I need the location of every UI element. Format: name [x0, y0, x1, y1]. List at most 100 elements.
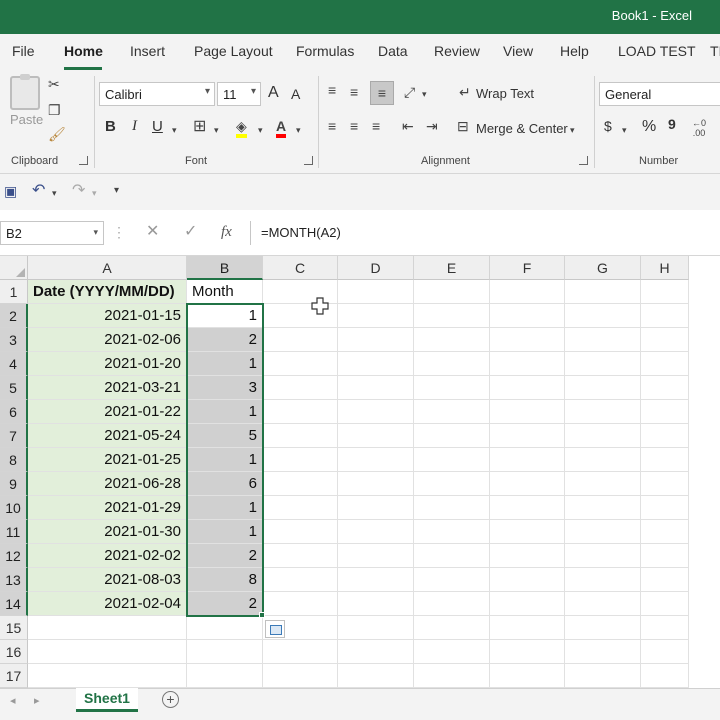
tab-help[interactable]: Help — [560, 43, 589, 59]
align-bottom-icon[interactable]: ≡ — [370, 81, 394, 105]
cell-e15[interactable] — [414, 616, 490, 640]
row-header-12[interactable]: 12 — [0, 544, 28, 568]
cell-d13[interactable] — [338, 568, 414, 592]
alignment-launcher-icon[interactable] — [579, 156, 588, 165]
cell-b8[interactable]: 1 — [187, 448, 263, 472]
row-header-6[interactable]: 6 — [0, 400, 28, 424]
cell-d4[interactable] — [338, 352, 414, 376]
tab-home[interactable]: Home — [64, 43, 103, 59]
cell-f12[interactable] — [490, 544, 565, 568]
cell-b11[interactable]: 1 — [187, 520, 263, 544]
row-header-5[interactable]: 5 — [0, 376, 28, 400]
cell-e1[interactable] — [414, 280, 490, 304]
cell-f16[interactable] — [490, 640, 565, 664]
cell-c11[interactable] — [263, 520, 338, 544]
function-icon[interactable]: fx — [221, 224, 232, 241]
cell-e2[interactable] — [414, 304, 490, 328]
row-header-4[interactable]: 4 — [0, 352, 28, 376]
cell-c13[interactable] — [263, 568, 338, 592]
cell-a1[interactable]: Date (YYYY/MM/DD) — [28, 280, 187, 304]
cell-a13[interactable]: 2021-08-03 — [28, 568, 187, 592]
tab-view[interactable]: View — [503, 43, 533, 59]
tab-ti[interactable]: TI — [710, 43, 720, 59]
cell-d9[interactable] — [338, 472, 414, 496]
fill-handle[interactable] — [259, 612, 265, 618]
tab-load-test[interactable]: LOAD TEST — [618, 43, 696, 59]
cell-a3[interactable]: 2021-02-06 — [28, 328, 187, 352]
cell-g13[interactable] — [565, 568, 641, 592]
tab-review[interactable]: Review — [434, 43, 480, 59]
column-header-c[interactable]: C — [263, 256, 338, 280]
cell-a8[interactable]: 2021-01-25 — [28, 448, 187, 472]
scroll-left-icon[interactable]: ◂ — [10, 693, 16, 709]
font-color-icon[interactable]: A — [276, 118, 287, 138]
cell-g11[interactable] — [565, 520, 641, 544]
cell-b2[interactable]: 1 — [187, 304, 263, 328]
cell-c17[interactable] — [263, 664, 338, 688]
cell-a15[interactable] — [28, 616, 187, 640]
cell-d10[interactable] — [338, 496, 414, 520]
redo-icon[interactable]: ↷ — [72, 183, 85, 199]
cell-h6[interactable] — [641, 400, 689, 424]
cell-g5[interactable] — [565, 376, 641, 400]
cell-f8[interactable] — [490, 448, 565, 472]
column-header-a[interactable]: A — [28, 256, 187, 280]
cell-c12[interactable] — [263, 544, 338, 568]
cell-e7[interactable] — [414, 424, 490, 448]
cell-a6[interactable]: 2021-01-22 — [28, 400, 187, 424]
cell-a4[interactable]: 2021-01-20 — [28, 352, 187, 376]
cell-f4[interactable] — [490, 352, 565, 376]
comma-button[interactable]: 9 — [668, 116, 676, 132]
cell-a14[interactable]: 2021-02-04 — [28, 592, 187, 616]
cell-h9[interactable] — [641, 472, 689, 496]
cell-c8[interactable] — [263, 448, 338, 472]
increase-font-button[interactable]: A — [268, 84, 279, 102]
cell-h1[interactable] — [641, 280, 689, 304]
formula-input[interactable]: =MONTH(A2) — [250, 221, 720, 245]
cell-h5[interactable] — [641, 376, 689, 400]
percent-button[interactable]: % — [642, 118, 656, 136]
row-header-7[interactable]: 7 — [0, 424, 28, 448]
cell-a16[interactable] — [28, 640, 187, 664]
cell-b5[interactable]: 3 — [187, 376, 263, 400]
cell-h7[interactable] — [641, 424, 689, 448]
row-header-15[interactable]: 15 — [0, 616, 28, 640]
cell-e4[interactable] — [414, 352, 490, 376]
cell-g7[interactable] — [565, 424, 641, 448]
cell-f3[interactable] — [490, 328, 565, 352]
cell-d6[interactable] — [338, 400, 414, 424]
cell-c3[interactable] — [263, 328, 338, 352]
cell-f13[interactable] — [490, 568, 565, 592]
cell-e9[interactable] — [414, 472, 490, 496]
enter-icon[interactable]: ✓ — [184, 224, 197, 240]
row-header-2[interactable]: 2 — [0, 304, 28, 328]
cell-b6[interactable]: 1 — [187, 400, 263, 424]
cell-e5[interactable] — [414, 376, 490, 400]
tab-insert[interactable]: Insert — [130, 43, 165, 59]
cell-b14[interactable]: 2 — [187, 592, 263, 616]
cell-g16[interactable] — [565, 640, 641, 664]
align-left-icon[interactable]: ≡ — [328, 118, 336, 134]
cell-g9[interactable] — [565, 472, 641, 496]
cell-e12[interactable] — [414, 544, 490, 568]
chevron-down-icon[interactable]: ▾ — [52, 185, 57, 201]
row-header-11[interactable]: 11 — [0, 520, 28, 544]
cancel-icon[interactable]: ✕ — [146, 224, 159, 240]
cell-f7[interactable] — [490, 424, 565, 448]
cell-c16[interactable] — [263, 640, 338, 664]
cell-b7[interactable]: 5 — [187, 424, 263, 448]
cell-e3[interactable] — [414, 328, 490, 352]
row-header-17[interactable]: 17 — [0, 664, 28, 688]
cell-d11[interactable] — [338, 520, 414, 544]
cell-h15[interactable] — [641, 616, 689, 640]
increase-decimal-icon[interactable]: ←0.00 — [692, 118, 706, 138]
row-header-1[interactable]: 1 — [0, 280, 28, 304]
cell-f9[interactable] — [490, 472, 565, 496]
cell-e14[interactable] — [414, 592, 490, 616]
fill-color-icon[interactable]: ◈ — [236, 118, 247, 138]
paste-icon[interactable] — [10, 74, 40, 110]
cell-c10[interactable] — [263, 496, 338, 520]
align-right-icon[interactable]: ≡ — [372, 118, 380, 134]
chevron-down-icon[interactable]: ▾ — [622, 122, 627, 138]
cell-b16[interactable] — [187, 640, 263, 664]
